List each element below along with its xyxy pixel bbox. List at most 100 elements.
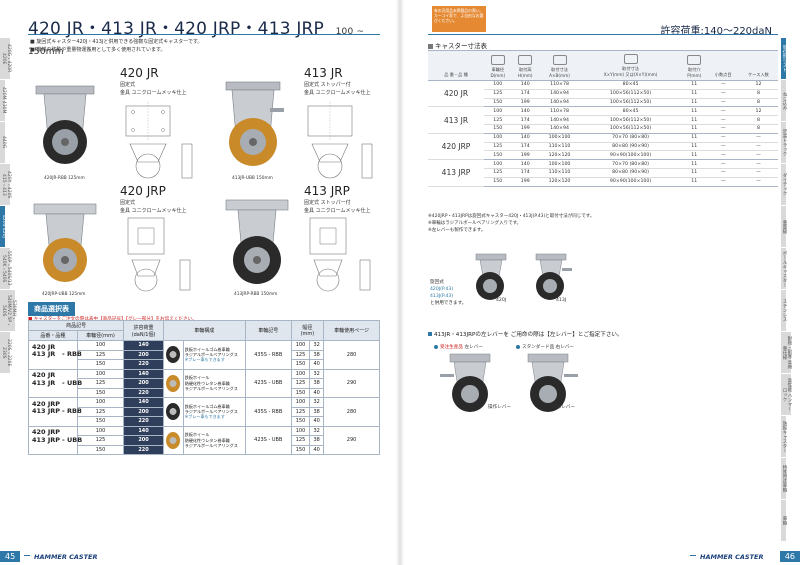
dim-cell: 140×94 <box>538 124 581 134</box>
bearing-cell: 150 <box>290 359 311 370</box>
dim-header-c2-text: 取付高 <box>518 67 532 72</box>
dim-cell: 174 <box>511 168 539 178</box>
dim-cell: 150 <box>484 150 512 161</box>
dim-cell: 100 <box>484 133 512 143</box>
product-413jrp: 413 JRP 固定式 ストッパー付 金具 ユニクロームメッキ仕上 <box>304 184 370 214</box>
structure-note: ※ブレー車もできます <box>184 357 225 363</box>
side-tab[interactable]: 重量級 <box>781 206 787 248</box>
dim-cell: — <box>707 106 739 117</box>
structure-line: ラジアルボールベアリングス <box>184 385 238 391</box>
combo-photo-413j <box>535 253 572 300</box>
dim-note-1: ※420JRP・413JRPは旋回式キャスター420J・413J(P.43)と取… <box>428 214 595 219</box>
product-name: 413 JR <box>304 66 343 80</box>
side-tab[interactable]: ステンレス <box>781 290 787 332</box>
bearing-cell: 150 <box>290 416 311 427</box>
side-tab[interactable]: 420G・420R 420E <box>0 38 11 80</box>
combo-tail: と併用できます。 <box>430 300 467 306</box>
dim-cell: 140 <box>511 80 539 90</box>
dim-cell: 8 <box>738 124 778 134</box>
combo-label: 旋回式 420J(P.43) 413J(P.43) と併用できます。 <box>430 280 466 308</box>
side-tab[interactable]: 特殊用途車輪 <box>781 458 787 500</box>
dim-cell: 100×56(112×50) <box>580 89 682 99</box>
dim-header-c1-unit: D(mm) <box>490 73 506 78</box>
dim-cell: 100 <box>484 106 512 117</box>
dim-cell: 80×45 <box>580 106 682 117</box>
code-suffix: - RBB <box>62 407 82 416</box>
plate-size-icon <box>552 55 567 65</box>
header-bearing-unit: (mm) <box>300 331 315 337</box>
catalog-spread: 420G・420R 420E 420M 430M 440G 420Y・420S 415… <box>0 0 800 565</box>
dim-cell: 199 <box>511 177 539 187</box>
dim-cell: — <box>707 124 739 134</box>
dimension-row: 413 JR 100 140 110×78 80×45 11—12 <box>428 106 778 134</box>
side-tab[interactable]: 550P・540S/13 540K・540S <box>0 248 11 290</box>
side-tab[interactable]: 420S 420J <box>0 206 6 248</box>
dim-cell: 12 <box>738 106 778 117</box>
drawing-420jr <box>125 102 193 179</box>
lever-left-text: 左レバー <box>464 345 483 350</box>
side-tab[interactable]: 420Y・420S 415・413 <box>0 164 11 206</box>
wheel-thumb-icon <box>166 346 181 364</box>
wheel-dia-icon <box>490 55 505 65</box>
bearing-cell: 125 <box>290 435 311 446</box>
bolt-hole-icon <box>687 55 702 65</box>
dim-cell: 100×56(112×50) <box>580 98 682 108</box>
dim-cell: 8 <box>738 89 778 99</box>
dim-header-name: 品 番・品 種 <box>428 50 484 81</box>
dim-cell: 11 <box>681 115 708 125</box>
side-tab[interactable]: 220S・220E 230S <box>0 332 11 374</box>
dimension-row: 413 JRP 100 140 100×100 70×70 (80×80) 11— — <box>428 159 778 187</box>
dim-cell: 174 <box>511 89 539 99</box>
dimension-table-title: キャスター寸法表 <box>428 40 487 50</box>
dim-cell: 125 <box>484 115 512 125</box>
photo-caption-420jr: 420JR-RBB 125mm <box>44 176 85 181</box>
product-code-cell: 420 JRP 413 JRP - UBB <box>28 425 82 455</box>
drawing-413jr <box>307 102 373 179</box>
side-tab[interactable]: 高性能 ハンマーロック <box>781 374 792 416</box>
bearing-cell: 125 <box>290 378 311 389</box>
side-tab[interactable]: 足高トラック <box>781 122 787 164</box>
dim-cell: — <box>707 133 739 143</box>
dim-cell: — <box>707 115 739 125</box>
product-code-cell: 420 JR 413 JR - UBB <box>28 368 82 398</box>
header-allow-load-text: 許容荷重 <box>133 324 154 331</box>
load-cell: 220 <box>123 416 164 427</box>
side-tab[interactable]: ダイテック <box>781 164 787 206</box>
width-cell: 32 <box>309 340 325 351</box>
side-tab[interactable]: 防振キャスター <box>781 416 787 458</box>
combo-item-1: 420J(P.43) <box>430 286 454 292</box>
dim-cell: 110×78 <box>538 80 581 90</box>
side-tab[interactable]: ボールキャスター <box>781 248 787 290</box>
dim-cell: — <box>707 142 739 152</box>
brand-logo: HAMMER CASTER <box>34 553 98 561</box>
wheel-code-cell: 435S - RBB <box>244 397 292 427</box>
bolt-pitch-icon <box>623 54 638 64</box>
dim-cell: 11 <box>681 168 708 178</box>
width-cell: 40 <box>309 416 325 427</box>
bearing-cell: 100 <box>290 425 311 436</box>
dim-cell: 8 <box>738 115 778 125</box>
dim-cell: 11 <box>681 142 708 152</box>
code-suffix: - UBB <box>62 435 83 444</box>
width-cell: 38 <box>309 349 325 360</box>
header-product-code: 商品記号 <box>27 320 125 331</box>
code-suffix: - RBB <box>62 350 82 359</box>
side-tab[interactable]: 耐熱・耐寒 高荷重仕様 <box>781 332 792 374</box>
wheel-thumb-icon <box>166 431 181 449</box>
side-tab[interactable]: 530MH・540M/V2 5P・540S <box>0 290 16 332</box>
caster-photo-413jrp <box>225 199 289 284</box>
side-tab[interactable]: 単位別リスト <box>781 38 787 80</box>
dim-cell: 150 <box>484 177 512 187</box>
side-tab[interactable]: 420M 430M <box>0 80 6 122</box>
dim-cell: 11 <box>681 98 708 108</box>
side-tab[interactable]: 車輪 <box>781 500 787 542</box>
product-code-cell: 420 JRP 413 JRP - RBB <box>28 397 82 427</box>
wheel-size-cell: 150 <box>76 416 125 427</box>
load-cell: 200 <box>123 406 164 417</box>
side-tab[interactable]: ねじ込み <box>781 80 787 122</box>
photo-caption-413jr: 413JR-UBB 150mm <box>232 176 273 181</box>
side-tab[interactable]: 440G <box>0 122 6 164</box>
header-wheel-dia: 車輪径(mm) <box>76 330 125 341</box>
wheel-size-cell: 125 <box>76 435 125 446</box>
dim-cell: 90×90(100×100) <box>580 150 682 161</box>
